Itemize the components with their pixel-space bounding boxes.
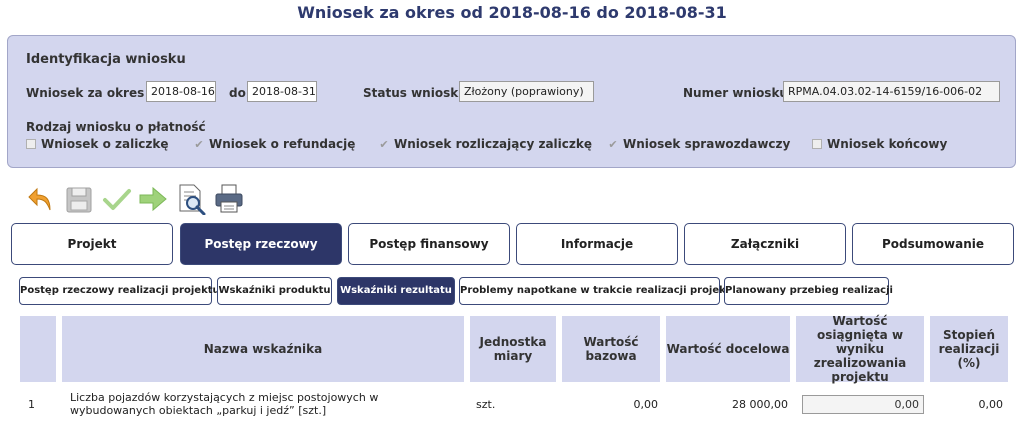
type-advance-label: Wniosek o zaliczkę <box>41 137 169 151</box>
type-final-checkbox[interactable]: Wniosek końcowy <box>812 137 947 151</box>
row-wartosc-bazowa: 0,00 <box>633 397 659 411</box>
subtab-wskazniki-produktu[interactable]: Wskaźniki produktu <box>217 277 332 305</box>
checkmark-icon: ✔ <box>379 138 389 151</box>
header-wartosc-docelowa: Wartość docelowa <box>666 316 790 382</box>
header-wartosc-bazowa: Wartość bazowa <box>562 316 660 382</box>
undo-icon[interactable] <box>26 183 56 215</box>
save-icon[interactable] <box>64 183 94 215</box>
payment-type-label: Rodzaj wniosku o płatność <box>26 120 206 134</box>
type-settlement-label: Wniosek rozliczający zaliczkę <box>394 137 592 151</box>
achieved-value-input[interactable]: 0,00 <box>802 395 924 414</box>
status-label: Status wniosku <box>363 86 467 100</box>
header-stopien-realizacji: Stopień realizacji (%) <box>930 316 1008 382</box>
row-lp: 1 <box>28 397 35 411</box>
page-title: Wniosek za okres od 2018-08-16 do 2018-0… <box>297 3 727 22</box>
forward-icon[interactable] <box>138 183 168 215</box>
tab-podsumowanie[interactable]: Podsumowanie <box>852 223 1014 265</box>
subtab-postep-rzeczowy-realizacji[interactable]: Postęp rzeczowy realizacji projektu <box>19 277 220 305</box>
print-icon[interactable] <box>214 183 244 215</box>
checkbox-empty-icon <box>812 139 822 149</box>
identification-heading: Identyfikacja wniosku <box>26 52 186 67</box>
checkmark-icon: ✔ <box>194 138 204 151</box>
period-from-field[interactable]: 2018-08-16 <box>146 81 216 102</box>
tab-postep-rzeczowy[interactable]: Postęp rzeczowy <box>180 223 342 265</box>
period-to-field[interactable]: 2018-08-31 <box>247 81 317 102</box>
period-from-label: Wniosek za okres od <box>26 86 166 100</box>
header-lp <box>20 316 56 382</box>
checkmark-icon: ✔ <box>608 138 618 151</box>
header-jednostka-miary: Jednostka miary <box>470 316 556 382</box>
tab-postep-finansowy[interactable]: Postęp finansowy <box>348 223 510 265</box>
tab-informacje[interactable]: Informacje <box>516 223 678 265</box>
tab-projekt[interactable]: Projekt <box>11 223 173 265</box>
status-field: Złożony (poprawiony) <box>459 81 594 102</box>
preview-icon[interactable] <box>176 183 206 215</box>
type-settlement-checkbox[interactable]: ✔ Wniosek rozliczający zaliczkę <box>379 137 592 151</box>
subtab-planowany-przebieg[interactable]: Planowany przebieg realizacji <box>724 277 893 305</box>
number-field: RPMA.04.03.02-14-6159/16-006-02 <box>783 81 1000 102</box>
subtab-problemy[interactable]: Problemy napotkane w trakcie realizacji … <box>459 277 738 305</box>
subtab-wskazniki-rezultatu[interactable]: Wskaźniki rezultatu <box>337 277 455 305</box>
checkbox-empty-icon <box>26 139 36 149</box>
check-icon[interactable] <box>102 183 132 215</box>
type-refund-label: Wniosek o refundację <box>209 137 356 151</box>
header-nazwa-wskaznika: Nazwa wskaźnika <box>62 316 464 382</box>
row-jednostka: szt. <box>476 397 496 411</box>
period-to-label: do <box>229 86 246 100</box>
row-wartosc-docelowa: 28 000,00 <box>732 397 788 411</box>
header-wartosc-osiagnieta: Wartość osiągnięta w wyniku zrealizowani… <box>796 314 924 384</box>
row-stopien-realizacji: 0,00 <box>978 397 1004 411</box>
type-report-label: Wniosek sprawozdawczy <box>623 137 791 151</box>
type-advance-checkbox[interactable]: Wniosek o zaliczkę <box>26 137 169 151</box>
row-nazwa-wskaznika: Liczba pojazdów korzystających z miejsc … <box>70 391 379 417</box>
type-refund-checkbox[interactable]: ✔ Wniosek o refundację <box>194 137 355 151</box>
number-label: Numer wniosku <box>683 86 788 100</box>
identification-panel: Identyfikacja wniosku Wniosek za okres o… <box>7 35 1016 168</box>
type-final-label: Wniosek końcowy <box>827 137 948 151</box>
tab-zalaczniki[interactable]: Załączniki <box>684 223 846 265</box>
type-report-checkbox[interactable]: ✔ Wniosek sprawozdawczy <box>608 137 790 151</box>
